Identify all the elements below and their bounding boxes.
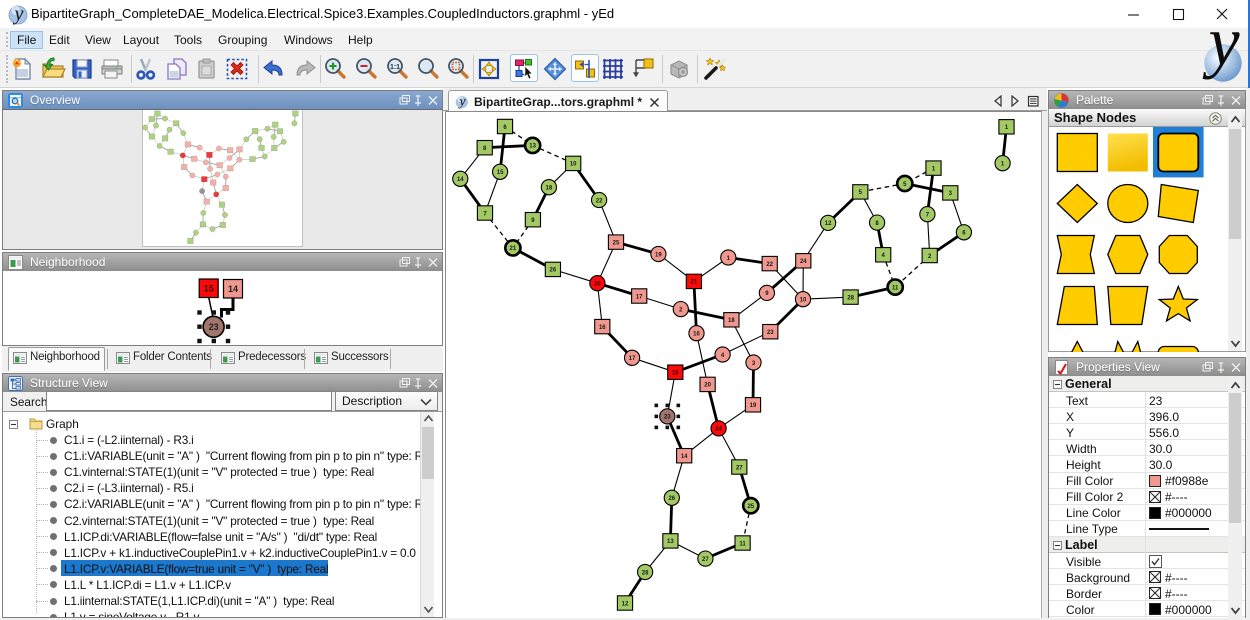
svg-text:19: 19: [655, 252, 662, 258]
svg-text:23: 23: [767, 330, 774, 336]
svg-text:26: 26: [550, 268, 557, 274]
svg-text:19: 19: [750, 403, 757, 409]
svg-text:y: y: [13, 3, 24, 25]
svg-text:10: 10: [570, 162, 577, 168]
svg-text:16: 16: [599, 325, 606, 331]
svg-text:11: 11: [739, 541, 746, 547]
svg-text:12: 12: [622, 601, 629, 607]
svg-text:23: 23: [664, 415, 671, 421]
svg-text:1:1: 1:1: [390, 64, 400, 71]
svg-text:15: 15: [672, 371, 679, 377]
svg-text:13: 13: [667, 539, 674, 545]
svg-text:14: 14: [457, 177, 464, 183]
svg-text:20: 20: [594, 282, 601, 288]
svg-text:27: 27: [736, 465, 743, 471]
svg-text:24: 24: [715, 427, 722, 433]
svg-text:22: 22: [596, 198, 603, 204]
svg-text:y: y: [457, 94, 466, 109]
svg-text:20: 20: [704, 383, 711, 389]
svg-text:25: 25: [747, 504, 754, 510]
svg-text:28: 28: [642, 570, 649, 576]
svg-text:28: 28: [847, 295, 854, 301]
svg-text:18: 18: [728, 318, 735, 324]
svg-text:24: 24: [800, 259, 807, 265]
svg-text:12: 12: [825, 221, 832, 227]
svg-text:27: 27: [702, 557, 709, 563]
svg-text:25: 25: [613, 240, 620, 246]
svg-text:y: y: [1202, 4, 1240, 81]
svg-text:26: 26: [668, 496, 675, 502]
svg-text:11: 11: [892, 285, 899, 291]
svg-text:13: 13: [529, 144, 536, 150]
svg-text:16: 16: [693, 332, 700, 338]
svg-text:14: 14: [681, 454, 688, 460]
svg-text:21: 21: [510, 246, 517, 252]
svg-text:10: 10: [800, 298, 807, 304]
svg-text:17: 17: [629, 356, 636, 362]
svg-text:22: 22: [766, 262, 773, 268]
svg-text:18: 18: [546, 186, 553, 192]
svg-text:21: 21: [691, 280, 698, 286]
svg-text:15: 15: [497, 170, 504, 176]
svg-text:17: 17: [636, 294, 643, 300]
